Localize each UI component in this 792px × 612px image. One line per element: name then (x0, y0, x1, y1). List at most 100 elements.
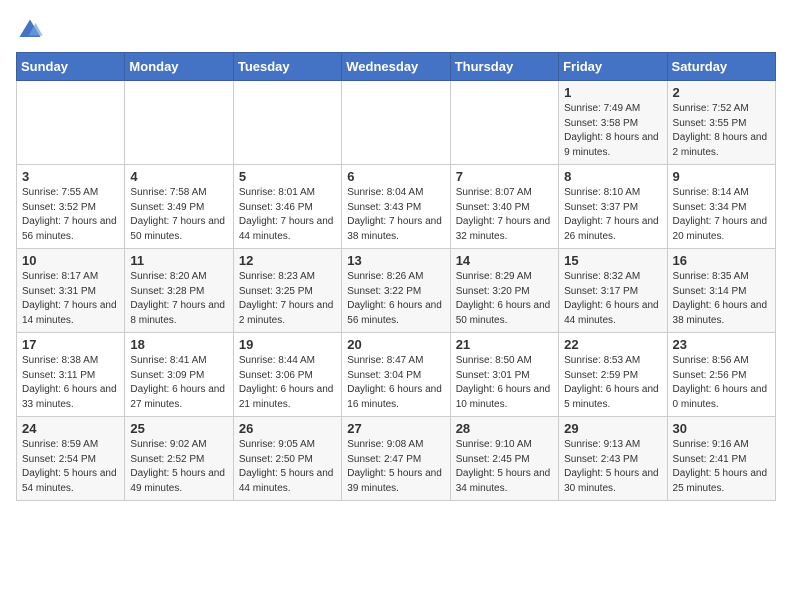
day-info: Sunrise: 8:53 AM Sunset: 2:59 PM Dayligh… (564, 354, 661, 412)
calendar-cell: 13 Sunrise: 8:26 AM Sunset: 3:22 PM Dayli… (342, 249, 450, 333)
day-header-friday: Friday (559, 53, 667, 81)
day-number: 1 (564, 85, 661, 100)
calendar-cell: 16 Sunrise: 8:35 AM Sunset: 3:14 PM Dayli… (667, 249, 775, 333)
calendar-cell: 29 Sunrise: 9:13 AM Sunset: 2:43 PM Dayli… (559, 417, 667, 501)
calendar-cell: 10 Sunrise: 8:17 AM Sunset: 3:31 PM Dayli… (17, 249, 125, 333)
day-number: 19 (239, 337, 336, 352)
calendar-cell: 15Sunrise: 8:32 AM Sunset: 3:17 PM Dayli… (559, 249, 667, 333)
calendar-cell: 20Sunrise: 8:47 AM Sunset: 3:04 PM Dayli… (342, 333, 450, 417)
week-row-2: 3 Sunrise: 7:55 AM Sunset: 3:52 PM Daylig… (17, 165, 776, 249)
calendar-cell: 26Sunrise: 9:05 AM Sunset: 2:50 PM Dayli… (233, 417, 341, 501)
day-header-thursday: Thursday (450, 53, 558, 81)
day-info: Sunrise: 8:20 AM Sunset: 3:28 PM Dayligh… (130, 270, 227, 328)
calendar-cell: 12 Sunrise: 8:23 AM Sunset: 3:25 PM Dayli… (233, 249, 341, 333)
day-info: Sunrise: 8:41 AM Sunset: 3:09 PM Dayligh… (130, 354, 227, 412)
week-row-5: 24Sunrise: 8:59 AM Sunset: 2:54 PM Dayli… (17, 417, 776, 501)
calendar-cell: 21Sunrise: 8:50 AM Sunset: 3:01 PM Dayli… (450, 333, 558, 417)
day-info: Sunrise: 8:35 AM Sunset: 3:14 PM Dayligh… (673, 270, 770, 328)
day-header-tuesday: Tuesday (233, 53, 341, 81)
week-row-4: 17 Sunrise: 8:38 AM Sunset: 3:11 PM Dayli… (17, 333, 776, 417)
day-info: Sunrise: 8:10 AM Sunset: 3:37 PM Dayligh… (564, 186, 661, 244)
day-number: 18 (130, 337, 227, 352)
calendar-cell: 22 Sunrise: 8:53 AM Sunset: 2:59 PM Dayli… (559, 333, 667, 417)
logo (16, 16, 48, 44)
calendar-cell: 4 Sunrise: 7:58 AM Sunset: 3:49 PM Daylig… (125, 165, 233, 249)
day-info: Sunrise: 7:49 AM Sunset: 3:58 PM Dayligh… (564, 102, 661, 160)
calendar-cell: 23 Sunrise: 8:56 AM Sunset: 2:56 PM Dayli… (667, 333, 775, 417)
header-row: SundayMondayTuesdayWednesdayThursdayFrid… (17, 53, 776, 81)
day-number: 17 (22, 337, 119, 352)
day-number: 29 (564, 421, 661, 436)
week-row-1: 1 Sunrise: 7:49 AM Sunset: 3:58 PM Daylig… (17, 81, 776, 165)
calendar-cell: 14 Sunrise: 8:29 AM Sunset: 3:20 PM Dayli… (450, 249, 558, 333)
calendar-cell: 5 Sunrise: 8:01 AM Sunset: 3:46 PM Daylig… (233, 165, 341, 249)
day-info: Sunrise: 8:38 AM Sunset: 3:11 PM Dayligh… (22, 354, 119, 412)
calendar-cell: 27 Sunrise: 9:08 AM Sunset: 2:47 PM Dayli… (342, 417, 450, 501)
calendar-cell (233, 81, 341, 165)
day-number: 28 (456, 421, 553, 436)
day-number: 27 (347, 421, 444, 436)
day-number: 14 (456, 253, 553, 268)
day-number: 7 (456, 169, 553, 184)
day-number: 9 (673, 169, 770, 184)
day-info: Sunrise: 9:05 AM Sunset: 2:50 PM Dayligh… (239, 438, 336, 496)
day-number: 30 (673, 421, 770, 436)
calendar-cell: 30Sunrise: 9:16 AM Sunset: 2:41 PM Dayli… (667, 417, 775, 501)
day-info: Sunrise: 7:52 AM Sunset: 3:55 PM Dayligh… (673, 102, 770, 160)
calendar-cell: 17 Sunrise: 8:38 AM Sunset: 3:11 PM Dayli… (17, 333, 125, 417)
calendar-cell (125, 81, 233, 165)
day-info: Sunrise: 9:02 AM Sunset: 2:52 PM Dayligh… (130, 438, 227, 496)
calendar-table: SundayMondayTuesdayWednesdayThursdayFrid… (16, 52, 776, 501)
calendar-cell (17, 81, 125, 165)
day-number: 23 (673, 337, 770, 352)
calendar-cell: 6Sunrise: 8:04 AM Sunset: 3:43 PM Daylig… (342, 165, 450, 249)
calendar-cell: 7Sunrise: 8:07 AM Sunset: 3:40 PM Daylig… (450, 165, 558, 249)
day-info: Sunrise: 8:01 AM Sunset: 3:46 PM Dayligh… (239, 186, 336, 244)
calendar-cell: 8 Sunrise: 8:10 AM Sunset: 3:37 PM Daylig… (559, 165, 667, 249)
day-info: Sunrise: 9:10 AM Sunset: 2:45 PM Dayligh… (456, 438, 553, 496)
day-header-monday: Monday (125, 53, 233, 81)
calendar-cell: 18 Sunrise: 8:41 AM Sunset: 3:09 PM Dayli… (125, 333, 233, 417)
day-number: 20 (347, 337, 444, 352)
day-info: Sunrise: 8:14 AM Sunset: 3:34 PM Dayligh… (673, 186, 770, 244)
calendar-cell: 1 Sunrise: 7:49 AM Sunset: 3:58 PM Daylig… (559, 81, 667, 165)
calendar-cell: 3 Sunrise: 7:55 AM Sunset: 3:52 PM Daylig… (17, 165, 125, 249)
day-header-saturday: Saturday (667, 53, 775, 81)
day-info: Sunrise: 9:13 AM Sunset: 2:43 PM Dayligh… (564, 438, 661, 496)
day-number: 25 (130, 421, 227, 436)
day-number: 3 (22, 169, 119, 184)
header (16, 16, 776, 44)
day-number: 13 (347, 253, 444, 268)
day-number: 4 (130, 169, 227, 184)
day-info: Sunrise: 8:23 AM Sunset: 3:25 PM Dayligh… (239, 270, 336, 328)
day-info: Sunrise: 8:29 AM Sunset: 3:20 PM Dayligh… (456, 270, 553, 328)
day-info: Sunrise: 8:32 AM Sunset: 3:17 PM Dayligh… (564, 270, 661, 328)
calendar-cell (342, 81, 450, 165)
day-number: 2 (673, 85, 770, 100)
day-info: Sunrise: 8:26 AM Sunset: 3:22 PM Dayligh… (347, 270, 444, 328)
day-number: 5 (239, 169, 336, 184)
day-number: 6 (347, 169, 444, 184)
calendar-cell: 11Sunrise: 8:20 AM Sunset: 3:28 PM Dayli… (125, 249, 233, 333)
day-number: 24 (22, 421, 119, 436)
day-info: Sunrise: 9:08 AM Sunset: 2:47 PM Dayligh… (347, 438, 444, 496)
day-info: Sunrise: 7:55 AM Sunset: 3:52 PM Dayligh… (22, 186, 119, 244)
day-header-wednesday: Wednesday (342, 53, 450, 81)
day-info: Sunrise: 8:17 AM Sunset: 3:31 PM Dayligh… (22, 270, 119, 328)
calendar-cell: 24Sunrise: 8:59 AM Sunset: 2:54 PM Dayli… (17, 417, 125, 501)
calendar-cell: 19Sunrise: 8:44 AM Sunset: 3:06 PM Dayli… (233, 333, 341, 417)
week-row-3: 10 Sunrise: 8:17 AM Sunset: 3:31 PM Dayli… (17, 249, 776, 333)
day-info: Sunrise: 8:56 AM Sunset: 2:56 PM Dayligh… (673, 354, 770, 412)
day-number: 16 (673, 253, 770, 268)
calendar-cell (450, 81, 558, 165)
day-header-sunday: Sunday (17, 53, 125, 81)
calendar-cell: 2 Sunrise: 7:52 AM Sunset: 3:55 PM Daylig… (667, 81, 775, 165)
day-number: 22 (564, 337, 661, 352)
day-number: 8 (564, 169, 661, 184)
day-number: 10 (22, 253, 119, 268)
calendar-cell: 9 Sunrise: 8:14 AM Sunset: 3:34 PM Daylig… (667, 165, 775, 249)
logo-icon (16, 16, 44, 44)
day-info: Sunrise: 8:50 AM Sunset: 3:01 PM Dayligh… (456, 354, 553, 412)
day-number: 12 (239, 253, 336, 268)
day-info: Sunrise: 7:58 AM Sunset: 3:49 PM Dayligh… (130, 186, 227, 244)
